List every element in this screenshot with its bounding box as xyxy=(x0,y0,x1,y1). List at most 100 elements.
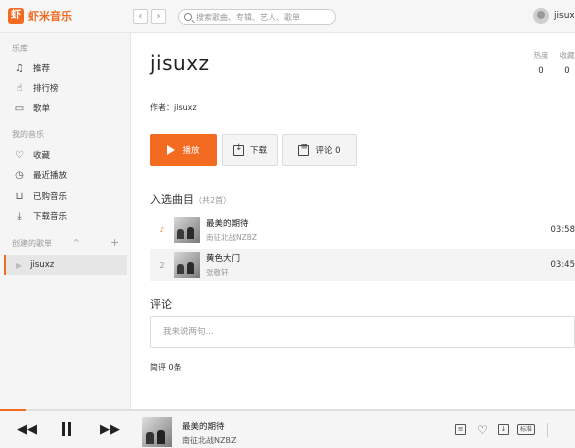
album-cover xyxy=(174,252,200,278)
app-logo[interactable]: 虾 虾米音乐 xyxy=(8,8,72,24)
download-button-label: 下载 xyxy=(249,146,267,156)
song-duration: 03:58 xyxy=(550,225,575,235)
progress-fill xyxy=(0,409,26,411)
author-line: 作者：jisuxz xyxy=(150,102,197,113)
username[interactable]: jisuxz xyxy=(554,11,575,21)
download-icon: ⤓ xyxy=(17,210,22,222)
sidebar-item-recent[interactable]: ◷ 最近播放 xyxy=(14,167,67,183)
play-button[interactable]: 播放 xyxy=(150,134,217,166)
now-playing-title[interactable]: 最美的期待 xyxy=(182,420,225,432)
progress-bar[interactable] xyxy=(0,409,575,411)
stat-label: 热度 xyxy=(533,51,549,60)
comment-icon xyxy=(298,142,310,156)
forward-button[interactable]: › xyxy=(151,9,166,24)
comments-heading: 评论 xyxy=(150,298,172,311)
songs-count: （共2首） xyxy=(194,196,232,205)
stat-heat: 热度 0 xyxy=(529,50,553,76)
lyrics-icon[interactable]: ≡ xyxy=(455,424,466,435)
page-title: jisuxz xyxy=(150,51,210,75)
sidebar-item-label: 最近播放 xyxy=(33,171,68,181)
sidebar-item-label: 排行榜 xyxy=(33,84,59,94)
song-name[interactable]: 黄色大门 xyxy=(206,252,240,264)
add-playlist-button[interactable]: + xyxy=(110,236,119,249)
download-icon xyxy=(232,143,244,156)
song-index: 2 xyxy=(159,260,165,270)
now-playing-icon: ♪ xyxy=(159,226,165,234)
my-music-section-title: 我的音乐 xyxy=(12,130,44,139)
divider xyxy=(547,423,548,437)
now-playing-artist[interactable]: 南征北战NZBZ xyxy=(182,435,236,446)
sidebar-item-label: 下载音乐 xyxy=(33,212,68,222)
sidebar-item-playlists[interactable]: ▭ 歌单 xyxy=(14,100,50,116)
song-duration: 03:45 xyxy=(550,260,575,270)
main-content: jisuxz 热度 0 收藏 0 作者：jisuxz 播放 下载 评论 0 入选… xyxy=(131,33,575,410)
comment-button-label: 评论 0 xyxy=(315,146,341,156)
logo-mark: 虾 xyxy=(8,8,24,24)
comment-button[interactable]: 评论 0 xyxy=(282,134,357,166)
sidebar-item-label: 歌单 xyxy=(33,104,51,114)
quality-badge[interactable]: 标准 xyxy=(517,424,536,435)
sidebar-item-label: 已购音乐 xyxy=(33,192,68,202)
player-bar: ◀◀ ▶▶ 最美的期待 南征北战NZBZ ≡ ♡ ↓ 标准 xyxy=(0,409,575,448)
heart-icon: ♡ xyxy=(15,149,24,161)
now-playing-cover[interactable] xyxy=(142,417,172,447)
avatar[interactable] xyxy=(533,8,549,24)
stat-value: 0 xyxy=(564,66,570,76)
created-playlists-title: 创建的歌单 xyxy=(12,239,52,248)
download-icon[interactable]: ↓ xyxy=(498,424,509,435)
play-icon xyxy=(167,145,176,155)
clock-icon: ◷ xyxy=(15,169,24,181)
stat-favorites: 收藏 0 xyxy=(555,50,575,76)
heart-icon[interactable]: ♡ xyxy=(477,424,488,436)
song-artist[interactable]: 张敬轩 xyxy=(206,267,240,278)
table-row[interactable]: 2 黄色大门 张敬轩 03:45 xyxy=(150,249,575,281)
album-cover xyxy=(174,217,200,243)
cart-icon: ⊔ xyxy=(15,190,24,202)
app-name: 虾米音乐 xyxy=(28,10,72,23)
previous-button[interactable]: ◀◀ xyxy=(17,423,37,437)
comment-count: 简评 0条 xyxy=(150,363,182,372)
top-bar: 虾 虾米音乐 ‹ › jisuxz xyxy=(0,0,575,33)
sidebar: 乐库 ♫ 推荐 ☝ 排行榜 ▭ 歌单 我的音乐 ♡ 收藏 ◷ 最近播放 ⊔ 已购… xyxy=(0,33,131,410)
comment-input[interactable] xyxy=(163,327,562,337)
chevron-right-icon: › xyxy=(156,11,161,22)
song-info: 最美的期待 南征北战NZBZ xyxy=(206,217,257,243)
song-name[interactable]: 最美的期待 xyxy=(206,217,257,229)
table-row[interactable]: ♪ 最美的期待 南征北战NZBZ 03:58 xyxy=(150,214,575,246)
author-prefix: 作者： xyxy=(150,103,174,112)
pause-button[interactable] xyxy=(60,422,73,436)
sidebar-item-label: 推荐 xyxy=(33,64,51,74)
collapse-toggle[interactable]: ^ xyxy=(73,238,80,247)
sidebar-playlist-jisuxz[interactable]: ▶ jisuxz xyxy=(4,255,127,275)
songs-heading-title: 入选曲目 xyxy=(150,193,194,206)
songs-heading: 入选曲目（共2首） xyxy=(150,191,231,207)
search-box[interactable] xyxy=(178,9,336,25)
song-info: 黄色大门 张敬轩 xyxy=(206,252,240,278)
next-icon: ▶▶ xyxy=(100,422,120,437)
stat-label: 收藏 xyxy=(559,51,575,60)
play-button-label: 播放 xyxy=(182,146,200,156)
chevron-left-icon: ‹ xyxy=(138,11,143,22)
comment-box[interactable] xyxy=(150,316,575,348)
sidebar-item-charts[interactable]: ☝ 排行榜 xyxy=(14,80,59,96)
search-input[interactable] xyxy=(196,12,331,22)
stat-value: 0 xyxy=(538,66,544,76)
song-artist[interactable]: 南征北战NZBZ xyxy=(206,232,257,243)
playlist-play-icon: ▶ xyxy=(16,260,23,270)
download-button[interactable]: 下载 xyxy=(222,134,278,166)
hand-icon: ☝ xyxy=(16,82,23,94)
playlist-icon: ▭ xyxy=(14,102,25,114)
library-section-title: 乐库 xyxy=(12,44,28,53)
previous-icon: ◀◀ xyxy=(17,422,37,437)
sidebar-item-favorites[interactable]: ♡ 收藏 xyxy=(14,147,50,163)
back-button[interactable]: ‹ xyxy=(133,9,148,24)
sidebar-item-label: 收藏 xyxy=(33,151,51,161)
sidebar-item-label: jisuxz xyxy=(30,260,55,270)
author-name[interactable]: jisuxz xyxy=(174,103,197,112)
search-icon xyxy=(184,13,192,21)
music-note-icon: ♫ xyxy=(15,62,24,74)
sidebar-item-purchased[interactable]: ⊔ 已购音乐 xyxy=(14,188,67,204)
next-button[interactable]: ▶▶ xyxy=(100,423,120,437)
sidebar-item-downloads[interactable]: ⤓ 下载音乐 xyxy=(14,208,67,224)
sidebar-item-recommend[interactable]: ♫ 推荐 xyxy=(14,60,50,76)
